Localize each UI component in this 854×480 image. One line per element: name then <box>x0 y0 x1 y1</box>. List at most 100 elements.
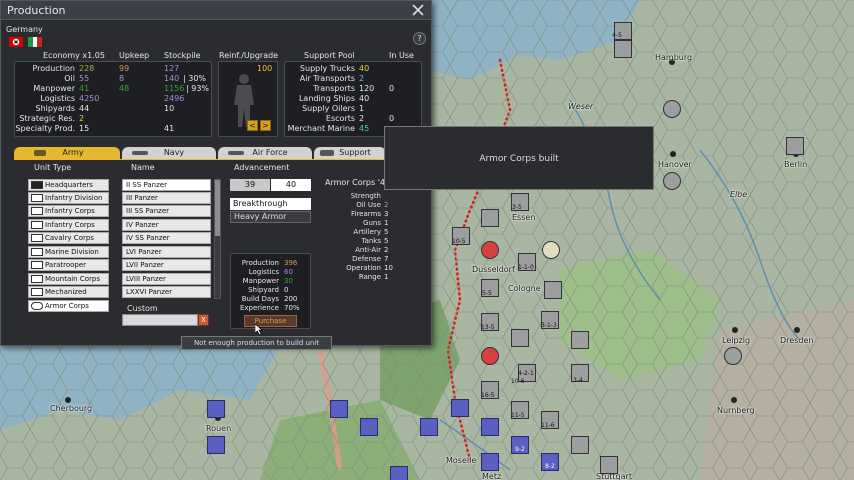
advancement-low[interactable]: 39 <box>230 179 270 191</box>
unit-name-item-selected[interactable]: II SS Panzer <box>122 179 211 191</box>
cavalry-icon <box>31 234 43 242</box>
unit-type-item-selected[interactable]: Armor Corps <box>28 300 109 312</box>
unit-name-item[interactable]: IV SS Panzer <box>122 232 211 244</box>
tab-support[interactable]: Support <box>314 147 386 159</box>
reinf-decrease-button[interactable]: < <box>247 120 258 131</box>
ship-icon <box>132 151 148 155</box>
economy-value: 15 <box>79 124 90 133</box>
enemy-unit-counter[interactable] <box>360 418 378 436</box>
unit-type-item[interactable]: Paratrooper Corps <box>28 259 109 280</box>
unit-counter[interactable] <box>614 40 632 58</box>
stat-value: 1 <box>384 219 389 227</box>
unit-name-item[interactable]: LVI Panzer <box>122 246 211 258</box>
unit-name-item[interactable]: III Panzer <box>122 192 211 204</box>
unit-name-item[interactable]: IV Panzer <box>122 219 211 231</box>
unit-strength: 11-6 <box>541 422 555 429</box>
unit-strength: 4-2-1 <box>518 370 534 377</box>
unit-counter[interactable] <box>571 436 589 454</box>
enemy-unit-counter[interactable] <box>207 400 225 418</box>
stat-label: Strength <box>350 192 381 200</box>
unit-counter[interactable] <box>786 137 804 155</box>
infantry-icon <box>31 207 43 215</box>
unit-type-item[interactable]: Infantry Corps Large <box>28 219 109 240</box>
unit-counter[interactable] <box>481 241 499 259</box>
production-window: Production Germany ? Economy x1.05 Upkee… <box>0 0 432 346</box>
support-label: Supply Trucks <box>299 64 355 73</box>
purchase-tooltip: Not enough production to build unit <box>181 336 332 350</box>
unit-counter[interactable] <box>481 347 499 365</box>
stat-label: Oil Use <box>356 201 381 209</box>
reinf-value: 100 <box>257 64 273 73</box>
unit-type-label: Cavalry Corps <box>45 234 94 242</box>
enemy-unit-counter[interactable] <box>207 436 225 454</box>
support-in-use: 0 <box>389 84 395 93</box>
enemy-unit-counter[interactable] <box>451 399 469 417</box>
unit-counter[interactable] <box>571 331 589 349</box>
reinf-increase-button[interactable]: > <box>260 120 271 131</box>
economy-stockpile: 127 <box>164 64 180 73</box>
infantry-icon <box>31 221 43 229</box>
city-label: Dusseldorf <box>472 265 515 274</box>
advancement-item[interactable]: Heavy Armor <box>230 211 311 223</box>
close-icon[interactable] <box>411 3 425 17</box>
cost-value: 200 <box>284 295 298 303</box>
unit-type-item[interactable]: Headquarters <box>28 179 109 191</box>
cost-label: Logistics <box>248 268 279 276</box>
city-label: Essen <box>512 213 536 222</box>
window-title: Production <box>7 4 66 17</box>
unit-name-item[interactable]: LVII Panzer <box>122 259 211 271</box>
tab-navy[interactable]: Navy <box>122 147 216 159</box>
cost-label: Build Days <box>241 295 279 303</box>
unit-strength: 3-5 <box>512 204 522 211</box>
economy-value: 41 <box>79 84 90 93</box>
city-label: Cologne <box>508 284 541 293</box>
enemy-unit-counter[interactable] <box>390 466 408 480</box>
unit-type-item[interactable]: Cavalry Corps <box>28 232 109 244</box>
cost-label: Production <box>241 259 279 267</box>
unit-counter[interactable] <box>663 100 681 118</box>
economy-upkeep: 48 <box>119 84 130 93</box>
unit-counter[interactable] <box>600 456 618 474</box>
unit-counter[interactable] <box>724 347 742 365</box>
purchase-button[interactable]: Purchase <box>244 315 297 327</box>
economy-label: Oil <box>64 74 75 83</box>
unit-name-item[interactable]: III SS Panzer <box>122 205 211 217</box>
advancement-item[interactable]: Breakthrough <box>230 198 311 210</box>
economy-value: 228 <box>79 64 95 73</box>
economy-value: 4250 <box>79 94 100 103</box>
unit-type-item[interactable]: Marine Division <box>28 246 109 258</box>
unit-name-item[interactable]: LVIII Panzer <box>122 273 211 285</box>
unit-type-item[interactable]: Infantry Division <box>28 192 109 204</box>
support-value: 2 <box>359 74 365 83</box>
economy-label: Production <box>32 64 75 73</box>
help-button[interactable]: ? <box>413 32 426 45</box>
enemy-unit-counter[interactable] <box>481 418 499 436</box>
tab-label: Support <box>339 148 371 157</box>
unit-counter[interactable] <box>663 172 681 190</box>
tab-army[interactable]: Army <box>14 147 120 159</box>
advancement-high[interactable]: 40 <box>271 179 311 191</box>
unit-type-label: Mountain Corps <box>45 275 100 283</box>
enemy-unit-counter[interactable] <box>330 400 348 418</box>
italy-flag-icon <box>28 37 42 47</box>
unit-counter[interactable] <box>544 281 562 299</box>
scrollbar-thumb[interactable] <box>215 180 220 236</box>
enemy-unit-counter[interactable] <box>481 453 499 471</box>
support-label: Escorts <box>325 114 355 123</box>
advancement-header: Advancement <box>234 163 290 172</box>
support-header: Support Pool <box>304 51 355 60</box>
custom-name-input[interactable] <box>122 314 198 326</box>
unit-type-item[interactable]: Infantry Corps Small <box>28 205 109 226</box>
unit-type-item[interactable]: Mechanized Corps <box>28 286 109 307</box>
names-scrollbar[interactable] <box>214 179 221 299</box>
enemy-unit-counter[interactable] <box>420 418 438 436</box>
unit-type-item[interactable]: Mountain Corps <box>28 273 109 285</box>
tab-air-force[interactable]: Air Force <box>218 147 312 159</box>
stat-value: 1 <box>384 273 389 281</box>
stat-value: 5 <box>384 237 389 245</box>
unit-counter[interactable] <box>542 241 560 259</box>
unit-counter[interactable] <box>481 209 499 227</box>
unit-counter[interactable] <box>511 329 529 347</box>
clear-custom-button[interactable]: X <box>198 314 209 326</box>
unit-name-item[interactable]: LXXVI Panzer <box>122 286 211 298</box>
